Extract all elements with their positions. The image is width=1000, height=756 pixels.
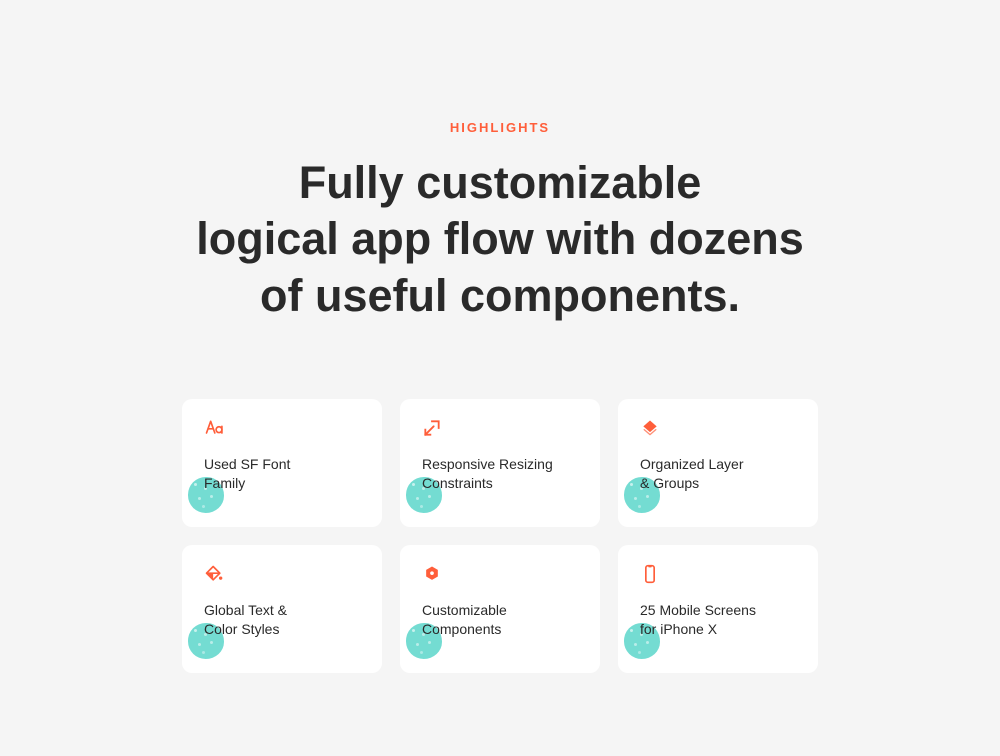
feature-title-line: Organized Layer (640, 456, 744, 472)
feature-title-line: for iPhone X (640, 621, 717, 637)
headline-line-3: of useful components. (260, 270, 740, 321)
typography-icon (204, 417, 226, 439)
feature-title: 25 Mobile Screens for iPhone X (640, 601, 796, 639)
feature-title-line: Components (422, 621, 501, 637)
feature-title-line: Responsive Resizing (422, 456, 553, 472)
feature-card: Organized Layer & Groups (618, 399, 818, 527)
feature-title-line: & Groups (640, 475, 699, 491)
resize-icon (422, 417, 444, 439)
section-headline: Fully customizable logical app flow with… (196, 155, 804, 324)
feature-title-line: 25 Mobile Screens (640, 602, 756, 618)
features-grid: Used SF Font Family Responsive Resizing … (182, 399, 818, 673)
component-hex-icon (422, 563, 444, 585)
feature-title-line: Used SF Font (204, 456, 290, 472)
feature-card: 25 Mobile Screens for iPhone X (618, 545, 818, 673)
headline-line-1: Fully customizable (299, 157, 702, 208)
feature-card: Customizable Components (400, 545, 600, 673)
feature-title: Global Text & Color Styles (204, 601, 360, 639)
paint-bucket-icon (204, 563, 226, 585)
feature-title: Responsive Resizing Constraints (422, 455, 578, 493)
feature-title-line: Global Text & (204, 602, 287, 618)
section-eyebrow: HIGHLIGHTS (450, 120, 550, 135)
feature-title: Customizable Components (422, 601, 578, 639)
feature-title: Organized Layer & Groups (640, 455, 796, 493)
feature-title-line: Color Styles (204, 621, 279, 637)
feature-card: Used SF Font Family (182, 399, 382, 527)
feature-title-line: Family (204, 475, 245, 491)
headline-line-2: logical app flow with dozens (196, 213, 804, 264)
feature-title-line: Constraints (422, 475, 493, 491)
feature-card: Responsive Resizing Constraints (400, 399, 600, 527)
highlights-section: HIGHLIGHTS Fully customizable logical ap… (0, 0, 1000, 673)
phone-icon (640, 563, 662, 585)
feature-title-line: Customizable (422, 602, 507, 618)
feature-title: Used SF Font Family (204, 455, 360, 493)
layer-diamond-icon (640, 417, 662, 439)
feature-card: Global Text & Color Styles (182, 545, 382, 673)
